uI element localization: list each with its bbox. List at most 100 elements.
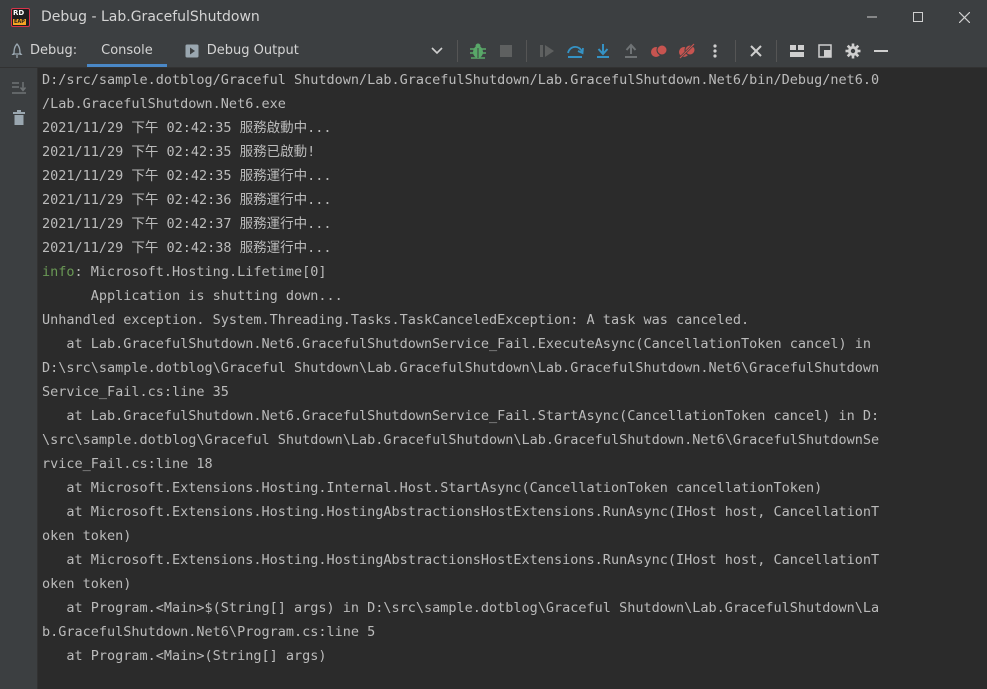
debug-output-icon (185, 44, 199, 57)
window-controls (849, 0, 987, 34)
rerun-debug-button[interactable] (466, 39, 490, 63)
console-line-text: oken token) (42, 576, 132, 592)
step-out-icon (624, 43, 637, 58)
console-line: D:\src\sample.dotblog\Graceful Shutdown\… (42, 356, 977, 380)
console-line-text: at Microsoft.Extensions.Hosting.HostingA… (42, 552, 880, 568)
toolbar-separator (775, 39, 777, 62)
title-bar: RD EAP Debug - Lab.GracefulShutdown (0, 0, 987, 34)
close-session-button[interactable] (744, 39, 768, 63)
console-line: oken token) (42, 572, 977, 596)
console-line: 2021/11/29 下午 02:42:36 服務運行中... (42, 188, 977, 212)
step-into-icon (596, 43, 609, 58)
more-options-button[interactable] (703, 39, 727, 63)
console-line-text: 2021/11/29 下午 02:42:37 服務運行中... (42, 216, 332, 232)
console-line-text: at Lab.GracefulShutdown.Net6.GracefulShu… (42, 336, 872, 352)
console-line: 2021/11/29 下午 02:42:35 服務運行中... (42, 164, 977, 188)
console-line: 2021/11/29 下午 02:42:38 服務運行中... (42, 236, 977, 260)
console-line: at Program.<Main>(String[] args) (42, 644, 977, 668)
console-line: at Microsoft.Extensions.Hosting.HostingA… (42, 548, 977, 572)
debug-actions (464, 39, 895, 63)
window-title: Debug - Lab.GracefulShutdown (41, 9, 260, 25)
close-icon (750, 44, 762, 57)
console-line-text: Application is shutting down... (42, 288, 343, 304)
debug-tool-window-icon (11, 42, 23, 58)
console-line-text: Service_Fail.cs:line 35 (42, 384, 229, 400)
mute-breakpoints-button[interactable] (675, 39, 699, 63)
console-line-text: D:\src\sample.dotblog\Graceful Shutdown\… (42, 360, 880, 376)
console-line-text: 2021/11/29 下午 02:42:35 服務運行中... (42, 168, 332, 184)
logo-badge: EAP (13, 18, 26, 25)
layout-button[interactable] (785, 39, 809, 63)
tab-console-label: Console (101, 43, 153, 58)
rider-logo-icon: RD EAP (11, 7, 30, 27)
console-line: at Lab.GracefulShutdown.Net6.GracefulShu… (42, 332, 977, 356)
console-line-text: at Program.<Main>$(String[] args) in D:\… (42, 600, 880, 616)
console-line: at Lab.GracefulShutdown.Net6.GracefulShu… (42, 404, 977, 428)
minimize-icon (873, 49, 888, 52)
maximize-button[interactable] (895, 0, 941, 34)
console-line: 2021/11/29 下午 02:42:35 服務啟動中... (42, 116, 977, 140)
debug-label: Debug: (30, 43, 78, 58)
maximize-icon (913, 12, 923, 22)
debug-tool-window-label: Debug: (10, 42, 78, 59)
scroll-to-end-button[interactable] (0, 73, 37, 103)
console-line-text: at Program.<Main>(String[] args) (42, 648, 327, 664)
console-line: D:/src/sample.dotblog/Graceful Shutdown/… (42, 68, 977, 92)
minimize-button[interactable] (849, 0, 895, 34)
console-line-text: 2021/11/29 下午 02:42:36 服務運行中... (42, 192, 332, 208)
console-line: 2021/11/29 下午 02:42:37 服務運行中... (42, 212, 977, 236)
console-line-text: 2021/11/29 下午 02:42:38 服務運行中... (42, 240, 332, 256)
console-line: at Microsoft.Extensions.Hosting.Internal… (42, 476, 977, 500)
window-dock-icon (818, 43, 832, 58)
logo-text: RD (13, 8, 25, 17)
view-breakpoints-button[interactable] (647, 39, 671, 63)
resume-icon (539, 44, 554, 57)
step-over-button[interactable] (563, 39, 587, 63)
resume-button[interactable] (535, 39, 559, 63)
console-line: 2021/11/29 下午 02:42:35 服務已啟動! (42, 140, 977, 164)
console-line-text: at Microsoft.Extensions.Hosting.HostingA… (42, 504, 880, 520)
close-icon (958, 11, 970, 23)
console-line-text: rvice_Fail.cs:line 18 (42, 456, 213, 472)
log-level-label: info (42, 264, 75, 280)
console-line-text: 2021/11/29 下午 02:42:35 服務已啟動! (42, 144, 316, 160)
bug-icon (469, 43, 486, 59)
layout-icon (789, 44, 804, 57)
stop-icon (499, 44, 512, 57)
stop-button[interactable] (494, 39, 518, 63)
step-out-button[interactable] (619, 39, 643, 63)
console-output[interactable]: D:/src/sample.dotblog/Graceful Shutdown/… (42, 68, 977, 689)
console-line: /Lab.GracefulShutdown.Net6.exe (42, 92, 977, 116)
hide-panel-button[interactable] (869, 39, 893, 63)
scroll-to-end-icon (11, 82, 26, 94)
console-line-text: oken token) (42, 528, 132, 544)
dock-button[interactable] (813, 39, 837, 63)
step-over-icon (566, 45, 584, 58)
console-line-text: /Lab.GracefulShutdown.Net6.exe (42, 96, 286, 112)
debug-toolbar: Debug: Console Debug Output (0, 34, 987, 68)
tabs-dropdown-button[interactable] (425, 39, 449, 63)
toolbar-separator (525, 39, 527, 62)
tab-console[interactable]: Console (87, 34, 167, 67)
console-line: Unhandled exception. System.Threading.Ta… (42, 308, 977, 332)
console-line-text: Unhandled exception. System.Threading.Ta… (42, 312, 750, 328)
console-line: at Program.<Main>$(String[] args) in D:\… (42, 596, 977, 620)
tab-debug-output-label: Debug Output (206, 43, 299, 58)
console-line: rvice_Fail.cs:line 18 (42, 452, 977, 476)
console-line: Service_Fail.cs:line 35 (42, 380, 977, 404)
console-line-text: at Microsoft.Extensions.Hosting.Internal… (42, 480, 823, 496)
gear-icon (845, 43, 861, 58)
console-line: info: Microsoft.Hosting.Lifetime[0] (42, 260, 977, 284)
close-window-button[interactable] (941, 0, 987, 34)
console-line-text: 2021/11/29 下午 02:42:35 服務啟動中... (42, 120, 332, 136)
tab-debug-output[interactable]: Debug Output (171, 34, 313, 67)
minimize-icon (867, 16, 877, 18)
console-line-text: \src\sample.dotblog\Graceful Shutdown\La… (42, 432, 880, 448)
toolbar-separator (734, 39, 736, 62)
console-line-text: D:/src/sample.dotblog/Graceful Shutdown/… (42, 72, 880, 88)
chevron-down-icon (431, 46, 443, 54)
settings-button[interactable] (841, 39, 865, 63)
step-into-button[interactable] (591, 39, 615, 63)
clear-all-button[interactable] (0, 103, 37, 133)
console-line-text: at Lab.GracefulShutdown.Net6.GracefulShu… (42, 408, 880, 424)
